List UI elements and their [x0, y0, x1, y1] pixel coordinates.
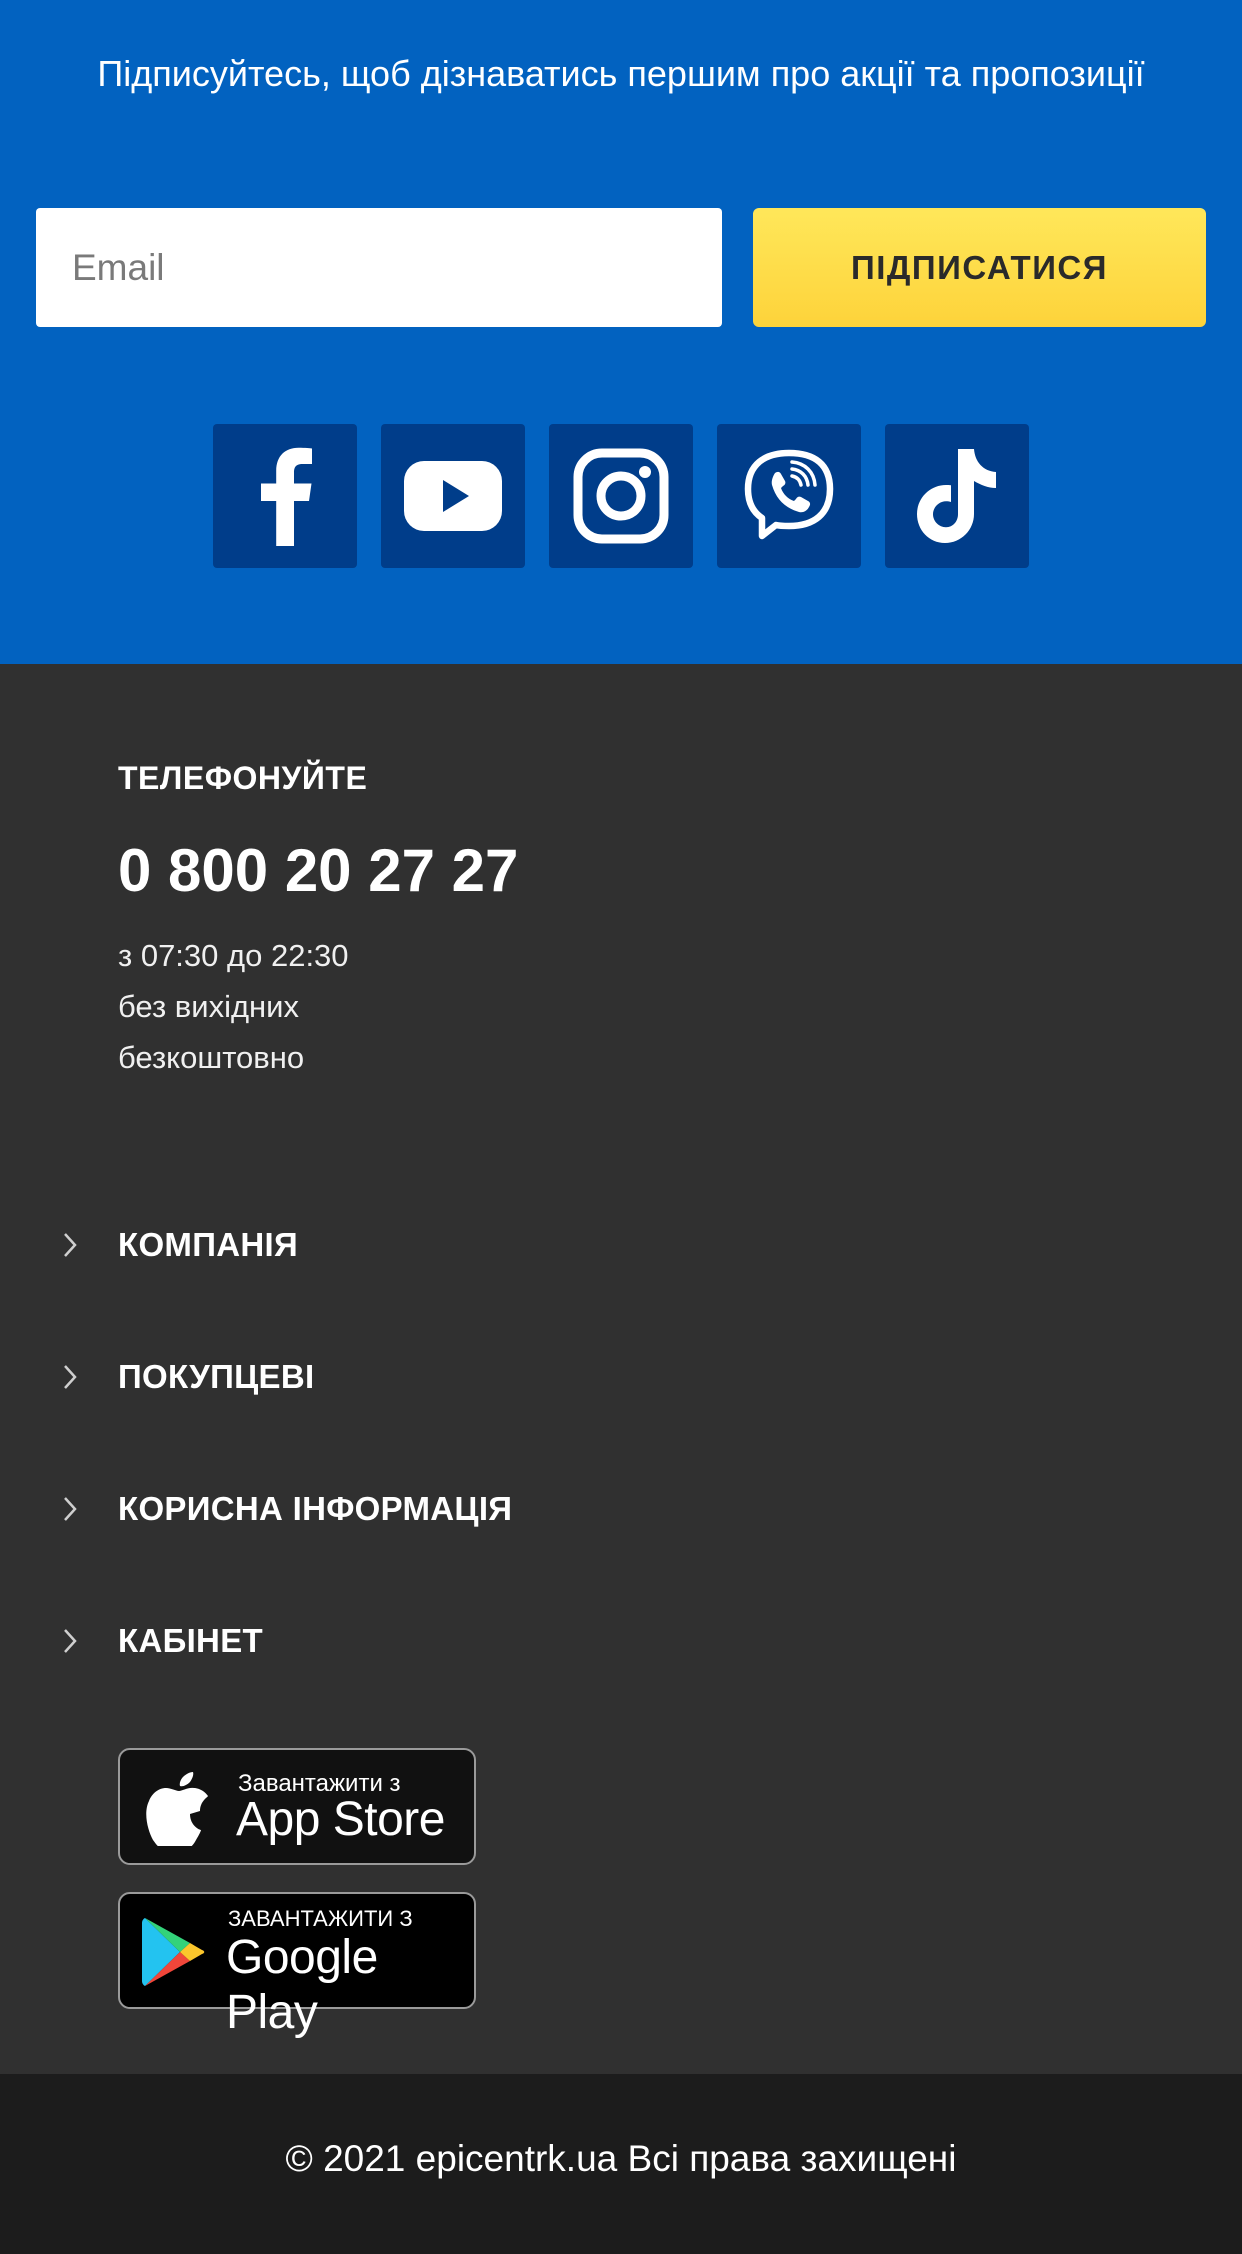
working-days: без вихідних [118, 989, 299, 1024]
subscribe-text: Підписуйтесь, щоб дізнаватись першим про… [97, 53, 1145, 94]
facebook-icon [261, 447, 312, 546]
menu-item-label: КОРИСНА ІНФОРМАЦІЯ [118, 1490, 513, 1527]
instagram-icon [573, 448, 669, 544]
menu-item-label: ПОКУПЦЕВІ [118, 1358, 315, 1395]
apple-icon [146, 1772, 208, 1846]
menu-item-label: КАБІНЕТ [118, 1622, 263, 1659]
youtube-icon [404, 461, 502, 531]
menu-item-cabinet[interactable]: КАБІНЕТ [0, 1596, 1242, 1686]
viber-link[interactable] [717, 424, 861, 568]
chevron-right-icon [64, 1629, 77, 1653]
app-store-button[interactable]: Завантажити з App Store [118, 1748, 476, 1865]
phone-number[interactable]: 0 800 20 27 27 [118, 836, 518, 905]
youtube-link[interactable] [381, 424, 525, 568]
copyright-bar: © 2021 epicentrk.ua Всі права захищені [0, 2074, 1242, 2254]
menu-item-useful-info[interactable]: КОРИСНА ІНФОРМАЦІЯ [0, 1464, 1242, 1554]
google-play-icon [142, 1918, 205, 1986]
instagram-link[interactable] [549, 424, 693, 568]
viber-icon [744, 449, 834, 540]
contact-title: ТЕЛЕФОНУЙТЕ [118, 760, 368, 796]
google-play-button[interactable]: ЗАВАНТАЖИТИ З Google Play [118, 1892, 476, 2039]
social-links [213, 424, 1029, 568]
tiktok-icon [917, 449, 996, 543]
working-hours: з 07:30 до 22:30 [118, 938, 349, 973]
email-field[interactable] [36, 208, 722, 327]
call-cost: безкоштовно [118, 1040, 305, 1075]
chevron-right-icon [64, 1497, 77, 1521]
chevron-right-icon [64, 1233, 77, 1257]
footer: ТЕЛЕФОНУЙТЕ 0 800 20 27 27 з 07:30 до 22… [0, 664, 1242, 2074]
subscribe-button[interactable]: ПІДПИСАТИСЯ [753, 208, 1206, 327]
menu-item-label: КОМПАНІЯ [118, 1226, 298, 1263]
menu-item-buyer[interactable]: ПОКУПЦЕВІ [0, 1332, 1242, 1422]
google-play-big-text: Google Play [226, 1931, 378, 2039]
google-play-small-text: ЗАВАНТАЖИТИ З [228, 1906, 413, 1931]
app-store-big-text: App Store [236, 1793, 445, 1846]
menu-item-company[interactable]: КОМПАНІЯ [0, 1200, 1242, 1290]
facebook-link[interactable] [213, 424, 357, 568]
contact-info: з 07:30 до 22:30 без вихідних безкоштовн… [118, 930, 349, 1083]
tiktok-link[interactable] [885, 424, 1029, 568]
subscribe-section: Підписуйтесь, щоб дізнаватись першим про… [0, 0, 1242, 664]
chevron-right-icon [64, 1365, 77, 1389]
copyright-text: © 2021 epicentrk.ua Всі права захищені [285, 2138, 957, 2179]
